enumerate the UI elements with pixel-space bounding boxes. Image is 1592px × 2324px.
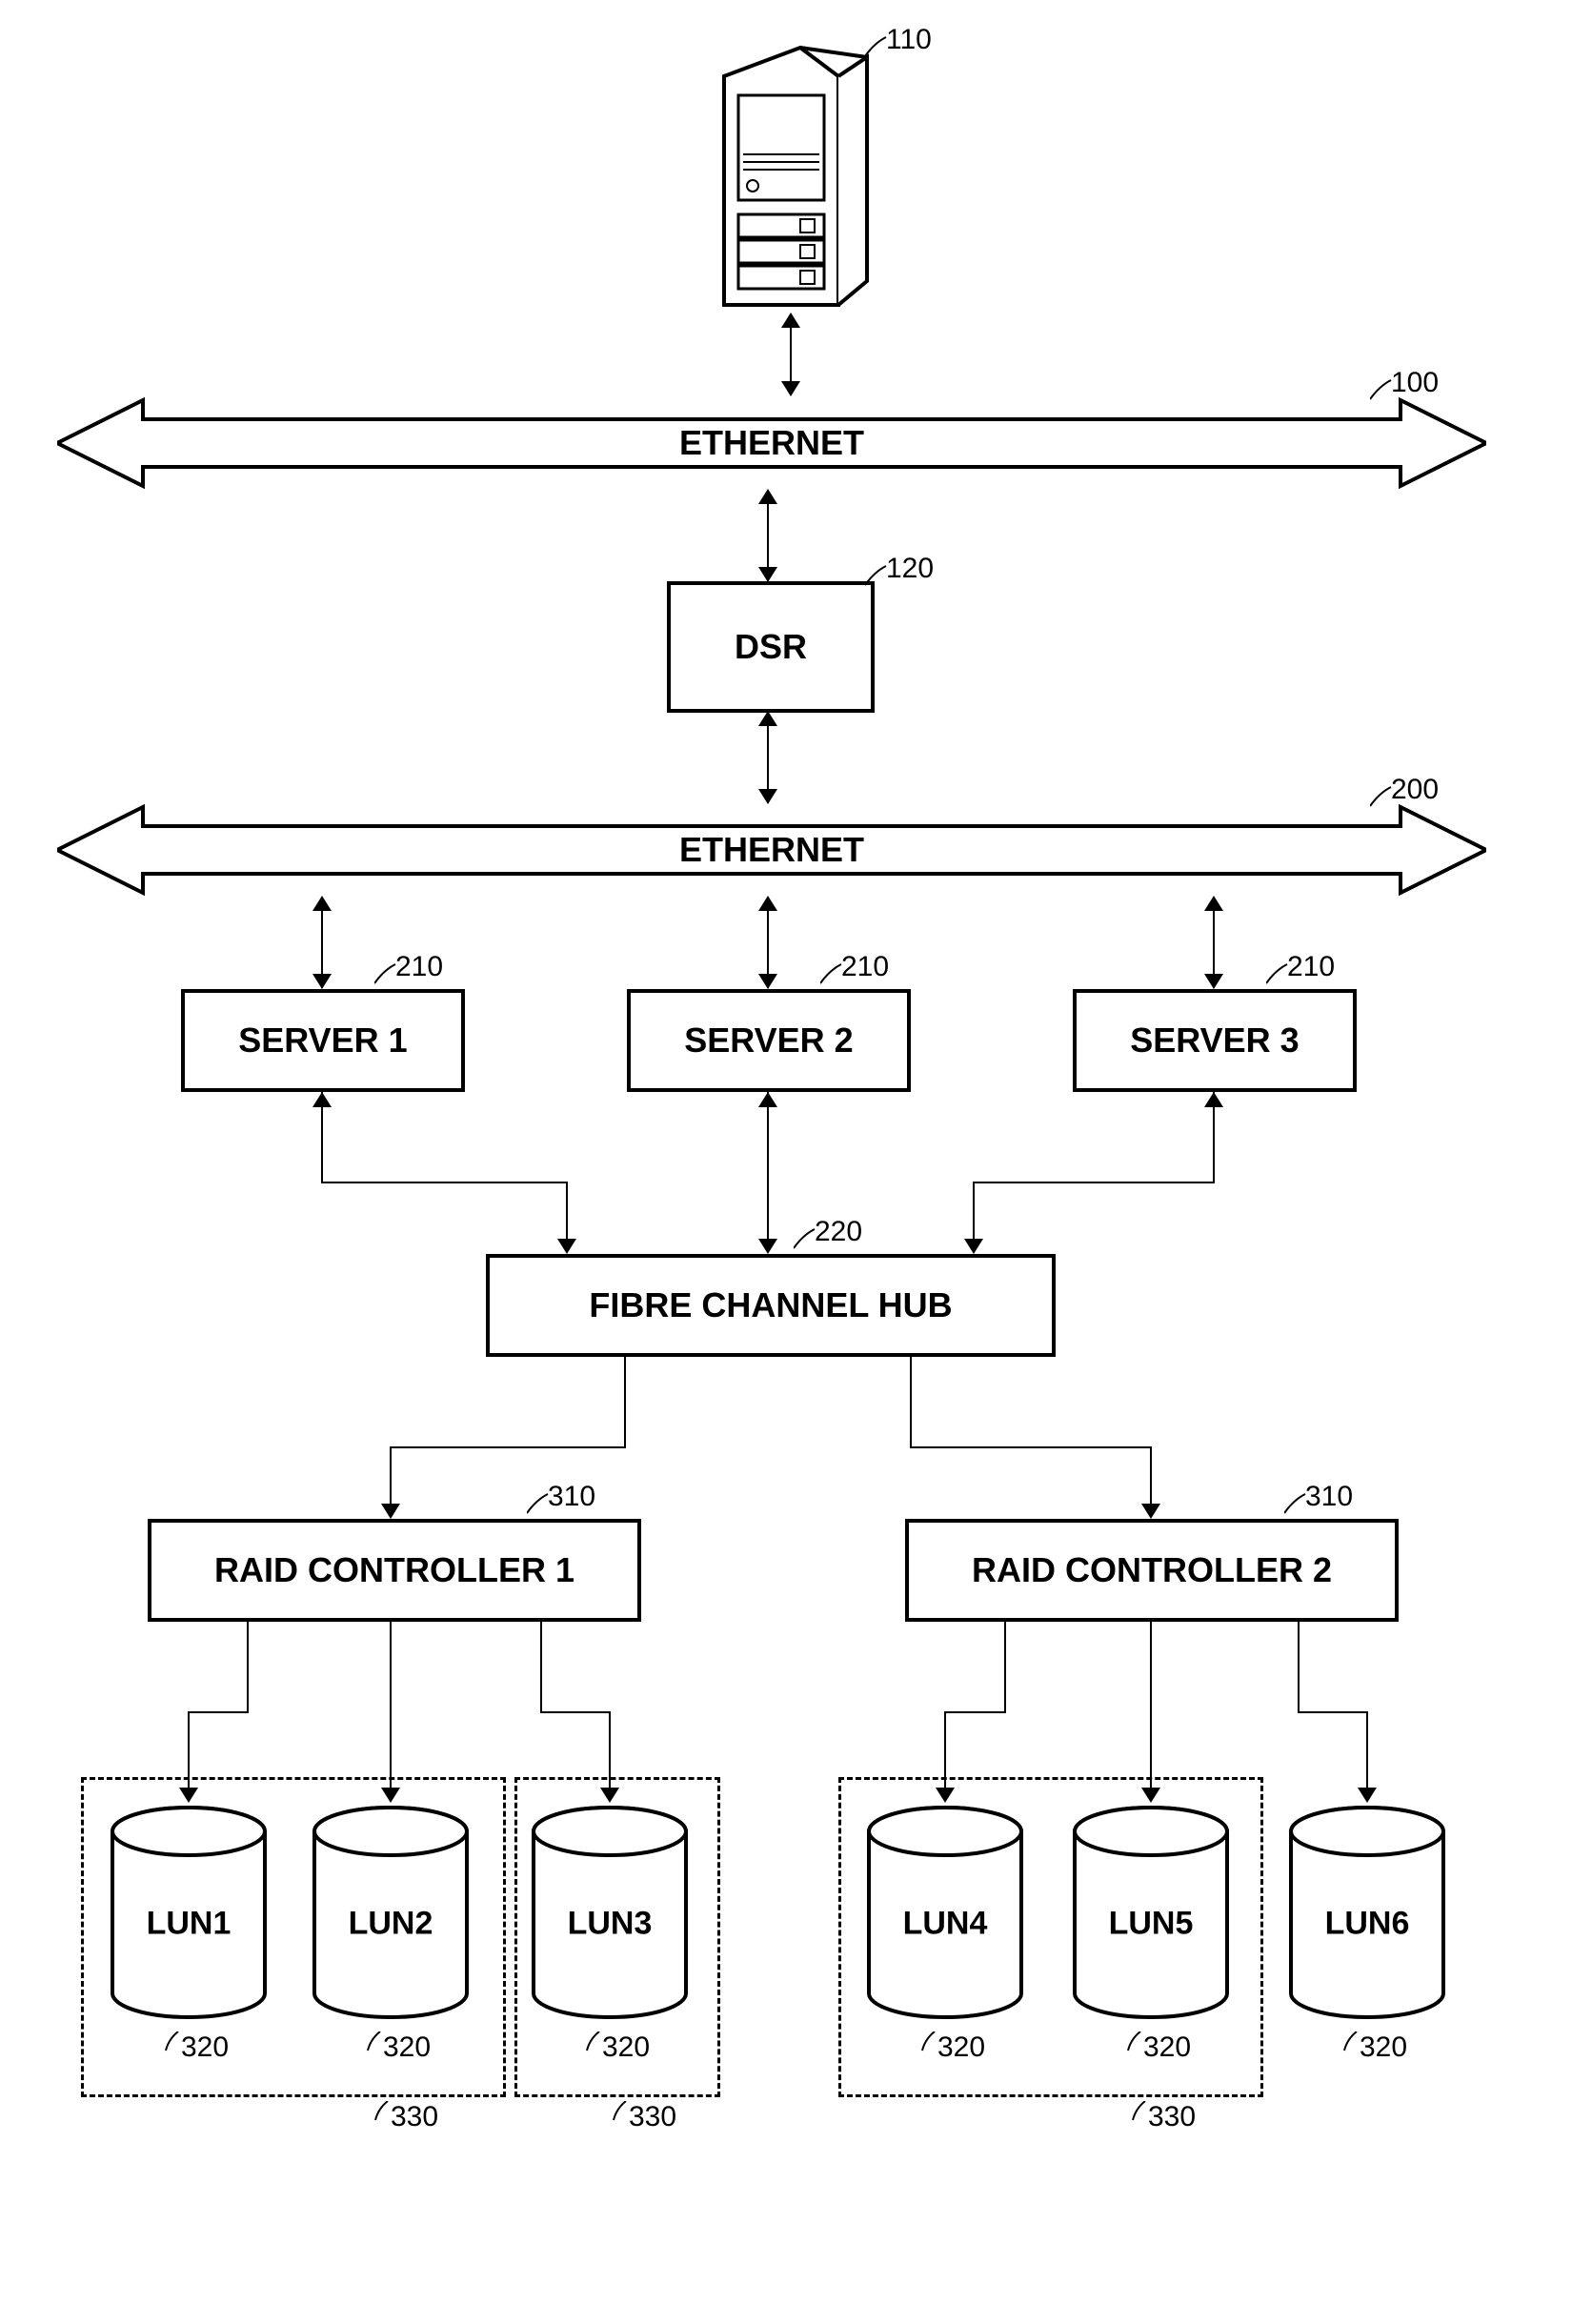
raid-controller-1-box: RAID CONTROLLER 1 bbox=[148, 1519, 641, 1622]
ref-200: 200 bbox=[1391, 774, 1439, 806]
ref-330-2: 330 bbox=[629, 2101, 676, 2133]
ref-310-2: 310 bbox=[1305, 1481, 1353, 1513]
ref-100: 100 bbox=[1391, 367, 1439, 399]
dsr-box: DSR bbox=[667, 581, 875, 713]
ref-110: 110 bbox=[886, 24, 932, 56]
lun1-cylinder: LUN1 bbox=[108, 1803, 270, 2022]
ref-310-1: 310 bbox=[548, 1481, 595, 1513]
ethernet-label-2: ETHERNET bbox=[679, 830, 864, 870]
ref-320-3: 320 bbox=[602, 2031, 650, 2064]
lun6-cylinder: LUN6 bbox=[1286, 1803, 1448, 2022]
raid-controller-2-box: RAID CONTROLLER 2 bbox=[905, 1519, 1399, 1622]
ref-320-5: 320 bbox=[1143, 2031, 1191, 2064]
ref-120: 120 bbox=[886, 553, 934, 585]
ref-320-6: 320 bbox=[1360, 2031, 1407, 2064]
ethernet-bus-1: ETHERNET bbox=[57, 395, 1486, 491]
lun5-cylinder: LUN5 bbox=[1070, 1803, 1232, 2022]
lun4-cylinder: LUN4 bbox=[864, 1803, 1026, 2022]
ref-320-4: 320 bbox=[937, 2031, 985, 2064]
ref-210-2: 210 bbox=[841, 951, 889, 983]
server-3-box: SERVER 3 bbox=[1073, 989, 1357, 1092]
ref-320-1: 320 bbox=[181, 2031, 229, 2064]
ref-330-3: 330 bbox=[1148, 2101, 1196, 2133]
ref-320-2: 320 bbox=[383, 2031, 431, 2064]
lun3-cylinder: LUN3 bbox=[529, 1803, 691, 2022]
ref-210-1: 210 bbox=[395, 951, 443, 983]
network-storage-diagram: 110 ETHERNET 100 DSR 120 ETHERNET 200 bbox=[19, 19, 1573, 2305]
fibre-channel-hub-box: FIBRE CHANNEL HUB bbox=[486, 1254, 1056, 1357]
ethernet-label-1: ETHERNET bbox=[679, 423, 864, 463]
ethernet-bus-2: ETHERNET bbox=[57, 802, 1486, 898]
ref-220: 220 bbox=[815, 1216, 862, 1248]
ref-330-1: 330 bbox=[391, 2101, 438, 2133]
client-tower bbox=[705, 38, 877, 314]
server-2-box: SERVER 2 bbox=[627, 989, 911, 1092]
ref-210-3: 210 bbox=[1287, 951, 1335, 983]
server-1-box: SERVER 1 bbox=[181, 989, 465, 1092]
lun2-cylinder: LUN2 bbox=[310, 1803, 472, 2022]
